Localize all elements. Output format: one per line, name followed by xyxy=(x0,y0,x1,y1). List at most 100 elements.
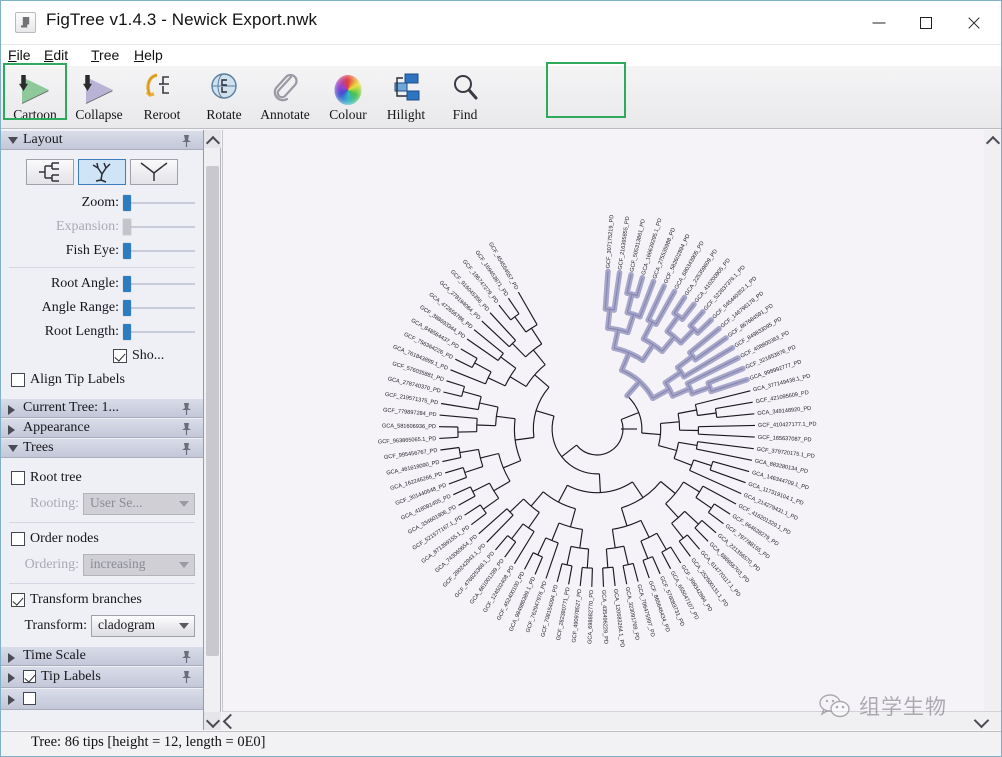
chevron-right-icon xyxy=(8,673,15,683)
svg-text:GCF_779897284_PD: GCF_779897284_PD xyxy=(383,408,437,419)
root-tree-checkbox[interactable] xyxy=(11,471,25,485)
transform-select[interactable]: cladogram xyxy=(91,615,195,637)
find-button[interactable]: Find xyxy=(433,68,497,127)
title-bar: FigTree v1.4.3 - Newick Export.nwk xyxy=(1,1,1001,45)
pin-icon[interactable] xyxy=(180,650,193,664)
minimize-button[interactable] xyxy=(856,1,901,45)
zoom-slider[interactable] xyxy=(123,195,195,211)
root-length-slider[interactable] xyxy=(123,324,195,340)
annotate-icon xyxy=(266,71,304,105)
reroot-button[interactable]: Reroot xyxy=(130,68,194,127)
svg-text:GCA_435496229_PD: GCA_435496229_PD xyxy=(600,590,608,644)
slider-row-fisheye: Fish Eye: xyxy=(1,239,203,263)
chevron-right-icon xyxy=(8,695,15,705)
hilight-label: Hilight xyxy=(386,107,426,122)
svg-text:GCF_995456767_PD: GCF_995456767_PD xyxy=(384,448,438,461)
ordering-select[interactable]: increasing xyxy=(83,554,195,576)
tree-canvas[interactable]: GCF_307175219_PD GCF_216395855_PD GCF_5053… xyxy=(222,130,984,711)
rooting-label: Rooting: xyxy=(29,496,79,511)
wechat-icon xyxy=(819,694,850,718)
status-text: Tree: 86 tips [height = 12, length = 0E0… xyxy=(31,734,266,750)
svg-text:GCF_454554557_PD: GCF_454554557_PD xyxy=(487,241,519,291)
partial-checkbox[interactable] xyxy=(23,692,36,705)
sidebar-scrollbar[interactable] xyxy=(204,130,221,730)
svg-text:GCF_282380771_PD: GCF_282380771_PD xyxy=(556,587,572,641)
slider-label-angle-range: Angle Range: xyxy=(41,300,119,315)
reroot-icon xyxy=(143,71,181,105)
figtree-window: FigTree v1.4.3 - Newick Export.nwk File … xyxy=(0,0,1002,757)
menu-tree[interactable]: Tree xyxy=(91,47,119,63)
svg-text:GCF_219571375_PD: GCF_219571375_PD xyxy=(384,392,438,407)
rooting-select[interactable]: User Se... xyxy=(83,493,195,515)
menu-file[interactable]: File xyxy=(8,47,31,63)
polar-layout-button[interactable] xyxy=(78,159,126,185)
root-angle-slider[interactable] xyxy=(123,276,195,292)
pin-icon[interactable] xyxy=(180,134,193,148)
chevron-down-icon xyxy=(179,501,189,507)
pin-icon[interactable] xyxy=(180,670,193,684)
window-title: FigTree v1.4.3 - Newick Export.nwk xyxy=(46,10,318,29)
panel-header-partial[interactable] xyxy=(1,688,203,710)
panel-header-layout[interactable]: Layout xyxy=(1,130,203,150)
java-cup-icon xyxy=(15,12,36,33)
show-checkbox[interactable] xyxy=(113,349,127,363)
order-nodes-label: Order nodes xyxy=(30,531,99,546)
svg-text:GCF_165637087_PD: GCF_165637087_PD xyxy=(758,435,812,444)
panel-body-trees: Root tree Rooting: User Se... Order node… xyxy=(1,458,203,646)
menu-edit[interactable]: Edit xyxy=(44,47,68,63)
annotate-label: Annotate xyxy=(260,107,310,122)
svg-text:GCF_379720175.1_PD: GCF_379720175.1_PD xyxy=(756,447,815,460)
transform-branches-checkbox[interactable] xyxy=(11,593,25,607)
chevron-down-icon xyxy=(8,445,18,452)
scroll-up-icon[interactable] xyxy=(984,130,1001,148)
transform-branches-label: Transform branches xyxy=(30,592,142,607)
panel-title-layout: Layout xyxy=(23,132,63,147)
radial-layout-button[interactable] xyxy=(130,159,178,185)
fisheye-slider[interactable] xyxy=(123,243,195,259)
scroll-up-icon[interactable] xyxy=(204,130,221,148)
slider-label-expansion: Expansion: xyxy=(56,219,119,234)
colour-button[interactable]: Colour xyxy=(316,68,380,127)
transform-row: Transform: cladogram xyxy=(1,612,203,640)
find-label: Find xyxy=(452,107,478,122)
collapse-button[interactable]: Collapse xyxy=(67,68,131,127)
minimize-icon xyxy=(872,22,885,24)
panel-title-tip-labels: Tip Labels xyxy=(41,669,101,684)
svg-text:GCA_120683264.1_PD: GCA_120683264.1_PD xyxy=(612,589,625,648)
slider-label-zoom: Zoom: xyxy=(81,195,119,210)
ordering-value: increasing xyxy=(90,556,146,571)
slider-label-root-angle: Root Angle: xyxy=(50,276,119,291)
chevron-right-icon xyxy=(8,405,15,415)
hilight-button[interactable]: Hilight xyxy=(374,68,438,127)
align-tip-labels-checkbox[interactable] xyxy=(11,373,25,387)
panel-header-time-scale[interactable]: Time Scale xyxy=(1,646,203,666)
pin-icon[interactable] xyxy=(180,442,193,456)
pin-icon[interactable] xyxy=(180,402,193,416)
angle-range-slider[interactable] xyxy=(123,300,195,316)
panel-header-current-tree[interactable]: Current Tree: 1... xyxy=(1,398,203,418)
scroll-left-icon[interactable] xyxy=(222,713,239,730)
maximize-button[interactable] xyxy=(903,1,948,45)
panel-header-trees[interactable]: Trees xyxy=(1,438,203,458)
tip-labels-checkbox[interactable] xyxy=(23,670,36,683)
menu-help[interactable]: Help xyxy=(134,47,163,63)
scrollbar-thumb[interactable] xyxy=(206,166,219,656)
scroll-down-icon[interactable] xyxy=(204,712,221,730)
pin-icon[interactable] xyxy=(180,422,193,436)
ordering-label: Ordering: xyxy=(24,557,79,572)
slider-row-expansion: Expansion: xyxy=(1,215,203,239)
rectangular-layout-button[interactable] xyxy=(26,159,74,185)
close-button[interactable] xyxy=(951,1,996,45)
svg-text:GCA_698882770_PD: GCA_698882770_PD xyxy=(587,590,595,644)
rotate-button[interactable]: Rotate xyxy=(192,68,256,127)
order-nodes-checkbox[interactable] xyxy=(11,532,25,546)
chevron-right-icon xyxy=(8,425,15,435)
annotate-button[interactable]: Annotate xyxy=(253,68,317,127)
colour-label: Colour xyxy=(329,107,367,122)
canvas-scrollbar-vertical[interactable] xyxy=(984,130,1001,711)
rooting-row: Rooting: User Se... xyxy=(1,490,203,518)
rooting-value: User Se... xyxy=(90,495,143,510)
panel-header-tip-labels[interactable]: Tip Labels xyxy=(1,666,203,688)
scroll-down-icon[interactable] xyxy=(973,712,990,729)
panel-header-appearance[interactable]: Appearance xyxy=(1,418,203,438)
